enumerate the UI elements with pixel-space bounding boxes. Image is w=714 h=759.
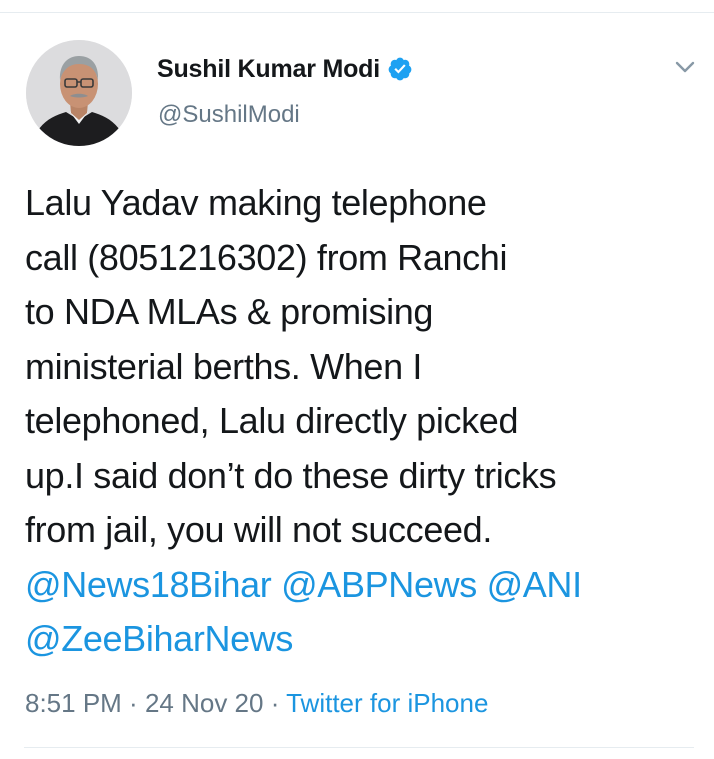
tweet-source-link[interactable]: Twitter for iPhone [286, 688, 488, 718]
tweet-text-line: Lalu Yadav making telephone [25, 182, 487, 223]
tweet-text-line: call (8051216302) from Ranchi [25, 236, 508, 278]
tweet-text-line: to NDA MLAs & promising [25, 291, 434, 332]
tweet-date[interactable]: 24 Nov 20 [145, 688, 264, 718]
display-name[interactable]: Sushil Kumar Modi [157, 55, 380, 84]
bottom-divider [24, 747, 694, 748]
profile-photo-icon [26, 40, 132, 146]
tweet-text-line: from jail, you will not succeed. [25, 509, 492, 550]
mention-link[interactable]: @News18Bihar [25, 564, 272, 605]
top-divider [0, 12, 714, 13]
avatar[interactable] [26, 40, 132, 146]
tweet-text-line: up.I said don’t do these dirty tricks [25, 454, 557, 496]
verified-badge-icon [387, 56, 413, 82]
chevron-down-icon[interactable] [672, 56, 698, 78]
mention-link[interactable]: @ZeeBiharNews [25, 618, 293, 659]
user-name-row: Sushil Kumar Modi [157, 52, 413, 86]
mention-link[interactable]: @ABPNews [281, 564, 477, 605]
tweet-meta: 8:51 PM · 24 Nov 20 · Twitter for iPhone [25, 688, 488, 719]
tweet-text-line: ministerial berths. When I [25, 345, 423, 387]
meta-separator: · [263, 688, 287, 718]
mentions-line: @News18Bihar @ABPNews @ANI [25, 558, 705, 613]
mention-link[interactable]: @ANI [487, 564, 583, 605]
tweet-text: Lalu Yadav making telephone call (805121… [25, 176, 705, 667]
meta-separator: · [121, 688, 145, 718]
tweet-time[interactable]: 8:51 PM [25, 688, 122, 718]
user-handle[interactable]: @SushilModi [158, 101, 300, 129]
mentions-line: @ZeeBiharNews [25, 612, 705, 667]
tweet-text-line: telephoned, Lalu directly picked [25, 400, 519, 441]
